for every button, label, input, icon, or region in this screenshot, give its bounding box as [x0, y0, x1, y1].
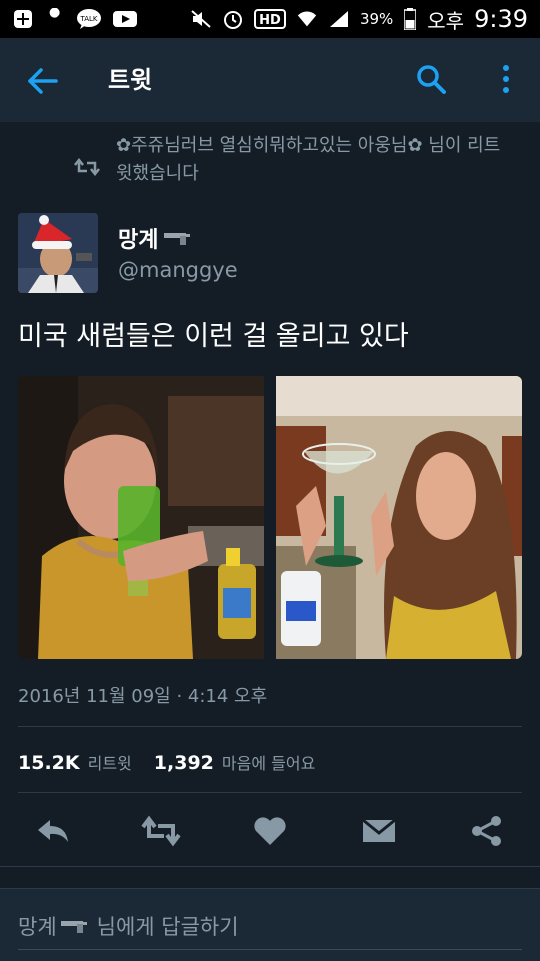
avatar-image: [18, 213, 98, 293]
like-count-label[interactable]: 마음에 들어요: [222, 750, 315, 774]
signal-icon: [328, 9, 350, 29]
tweet-actions: [0, 800, 540, 862]
tweet-photo-1[interactable]: [18, 376, 264, 659]
direct-message-button[interactable]: [360, 814, 398, 848]
svg-text:TALK: TALK: [79, 15, 97, 23]
photo-2-image: [276, 376, 522, 659]
author-username[interactable]: @manggye: [118, 258, 238, 282]
reply-icon: [38, 820, 68, 842]
avatar[interactable]: [18, 213, 98, 293]
tweet-stats: 15.2K 리트윗 1,392 마음에 들어요: [18, 750, 329, 774]
battery-icon: [403, 8, 417, 30]
app-bar: 트윗: [0, 38, 540, 122]
alarm-icon: [222, 9, 244, 29]
overflow-menu-button[interactable]: [494, 62, 518, 96]
back-arrow-icon: [28, 68, 58, 94]
add-notification-icon: [12, 9, 34, 29]
share-button[interactable]: [468, 814, 506, 848]
search-icon: [417, 65, 446, 94]
clock: 9:39: [474, 5, 528, 33]
retweet-count[interactable]: 15.2K: [18, 752, 80, 774]
status-right-icons: HD 39% 오후 9:39: [190, 5, 528, 34]
reply-input-underline: [18, 949, 522, 950]
like-count[interactable]: 1,392: [154, 752, 214, 774]
reply-button[interactable]: [34, 814, 72, 848]
youtube-icon: [112, 9, 138, 29]
search-button[interactable]: [414, 62, 448, 96]
hd-icon: HD: [253, 9, 286, 29]
more-vertical-icon: [503, 65, 509, 71]
wifi-icon: [296, 9, 318, 29]
wrench-icon: [44, 8, 66, 29]
divider-top: [18, 726, 522, 727]
status-bar: TALK HD 39% 오후 9:39: [0, 0, 540, 38]
divider-bottom: [18, 792, 522, 793]
retweet-context-text: ✿주쥬님러브 열심히뭐하고있는 아웅님✿ 님이 리트윗했습니다: [116, 135, 501, 184]
battery-percent: 39%: [359, 10, 394, 28]
retweet-button[interactable]: [140, 814, 182, 848]
mail-icon: [362, 818, 396, 842]
ampm: 오후: [427, 8, 465, 33]
heart-icon: [254, 817, 286, 845]
reply-target-name: 망계: [18, 915, 57, 939]
display-name-text: 망계: [118, 228, 159, 253]
gun-emoji-icon: [164, 233, 191, 245]
tweet-text: 미국 새럼들은 이런 걸 올리고 있다: [18, 321, 409, 352]
reply-input[interactable]: 망계 님에게 답글하기: [18, 911, 239, 941]
retweet-icon: [74, 158, 100, 176]
svg-text:HD: HD: [259, 13, 281, 28]
status-left-icons: TALK: [12, 8, 138, 29]
gun-emoji-icon: [60, 921, 87, 933]
tweet-photo-2[interactable]: [276, 376, 522, 659]
reply-composer[interactable]: 망계 님에게 답글하기: [0, 888, 540, 961]
retweet-count-label[interactable]: 리트윗: [88, 750, 132, 774]
reply-placeholder-text: 님에게 답글하기: [96, 915, 239, 939]
author-display-name[interactable]: 망계: [118, 222, 191, 254]
back-button[interactable]: [26, 64, 60, 98]
next-tweet-peek: [0, 866, 540, 889]
share-icon: [472, 816, 501, 846]
mute-icon: [190, 9, 212, 29]
page-title: 트윗: [108, 66, 153, 94]
like-button[interactable]: [251, 814, 289, 848]
tweet-timestamp: 2016년 11월 09일 · 4:14 오후: [18, 686, 268, 707]
retweet-action-icon: [141, 815, 181, 847]
kakaotalk-icon: TALK: [76, 9, 102, 29]
photo-1-image: [18, 376, 264, 659]
